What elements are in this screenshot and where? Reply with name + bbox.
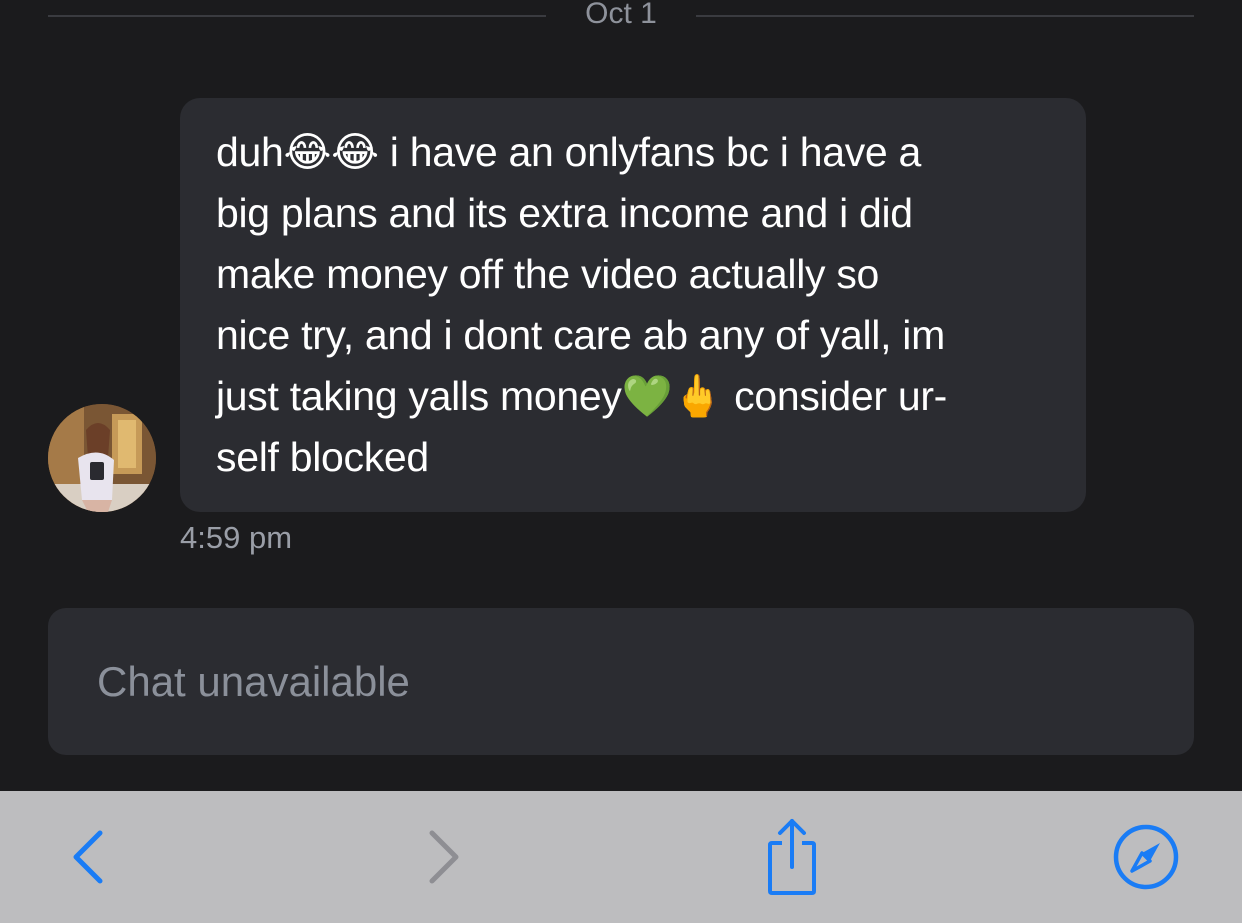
message-bubble[interactable]: duh😂😂 i have an onlyfans bc i have a big… [180,98,1086,512]
chat-unavailable-banner: Chat unavailable [48,608,1194,755]
message-timestamp: 4:59 pm [180,520,293,555]
browser-toolbar [0,791,1242,923]
divider-line-left [48,15,546,17]
chat-unavailable-label: Chat unavailable [97,658,410,705]
date-divider: Oct 1 [48,0,1194,32]
message-text: duh😂😂 i have an onlyfans bc i have a big… [216,129,948,480]
divider-line-right [696,15,1194,17]
avatar[interactable] [48,404,156,512]
chevron-left-icon [73,830,103,884]
chat-area: Oct 1 duh😂😂 i have an onlyfans bc i have… [0,0,1242,791]
chevron-right-icon [429,830,459,884]
compass-icon [1113,824,1179,890]
back-button[interactable] [48,791,128,923]
date-label: Oct 1 [585,0,657,30]
avatar-image [48,404,156,512]
compass-button[interactable] [1104,791,1188,923]
share-icon [768,819,816,895]
forward-button[interactable] [404,791,484,923]
share-button[interactable] [752,791,832,923]
